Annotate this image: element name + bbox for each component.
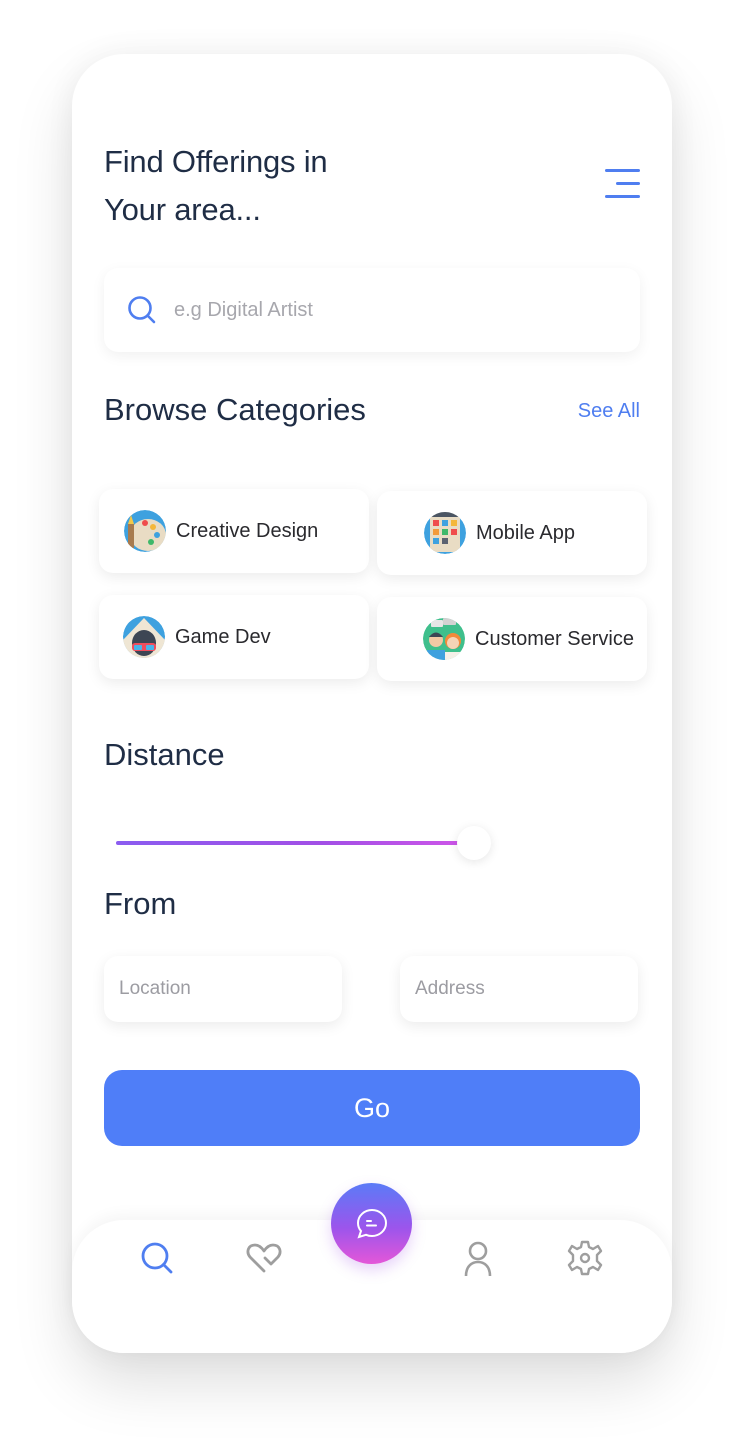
- page-title-line1: Find Offerings in: [104, 144, 328, 179]
- browse-categories-heading: Browse Categories: [104, 392, 366, 427]
- phone-frame: Find Offerings in Your area... Browse Ca…: [72, 54, 672, 1353]
- search-icon: [141, 1242, 173, 1274]
- category-mobile-app[interactable]: Mobile App: [377, 491, 647, 575]
- location-field-wrapper: [104, 956, 342, 1022]
- category-creative-design[interactable]: Creative Design: [99, 489, 369, 573]
- category-label: Creative Design: [176, 519, 319, 542]
- see-all-link[interactable]: See All: [560, 400, 640, 423]
- category-label: Game Dev: [175, 625, 271, 648]
- palette-icon: [124, 510, 166, 552]
- page-title-line2: Your area...: [104, 192, 261, 227]
- search-icon: [128, 296, 156, 324]
- game-dev-icon: [123, 616, 165, 658]
- address-field-wrapper: [400, 956, 638, 1022]
- from-heading: From: [104, 886, 177, 921]
- user-icon: [464, 1241, 492, 1277]
- gear-icon: [567, 1240, 603, 1276]
- chat-button[interactable]: [331, 1183, 412, 1264]
- category-customer-service[interactable]: Customer Service: [377, 597, 647, 681]
- search-bar: [104, 268, 640, 352]
- page-title: Find Offerings in Your area...: [104, 138, 434, 234]
- go-button[interactable]: Go: [104, 1070, 640, 1146]
- category-label: Mobile App: [476, 521, 575, 544]
- mobile-app-icon: [424, 512, 466, 554]
- chat-icon: [356, 1208, 387, 1239]
- distance-slider-fill: [116, 841, 460, 845]
- address-field[interactable]: [415, 978, 615, 1000]
- distance-slider[interactable]: [116, 824, 636, 864]
- nav-profile[interactable]: [458, 1238, 498, 1278]
- category-label: Customer Service: [475, 627, 634, 650]
- distance-heading: Distance: [104, 737, 225, 772]
- nav-favorites[interactable]: [244, 1238, 284, 1278]
- heart-icon: [246, 1243, 282, 1273]
- search-input[interactable]: [174, 298, 614, 322]
- menu-icon[interactable]: [602, 166, 642, 202]
- nav-search[interactable]: [137, 1238, 177, 1278]
- category-game-dev[interactable]: Game Dev: [99, 595, 369, 679]
- distance-slider-thumb[interactable]: [457, 826, 492, 860]
- nav-settings[interactable]: [565, 1238, 605, 1278]
- location-field[interactable]: [119, 978, 319, 1000]
- customer-service-icon: [423, 618, 465, 660]
